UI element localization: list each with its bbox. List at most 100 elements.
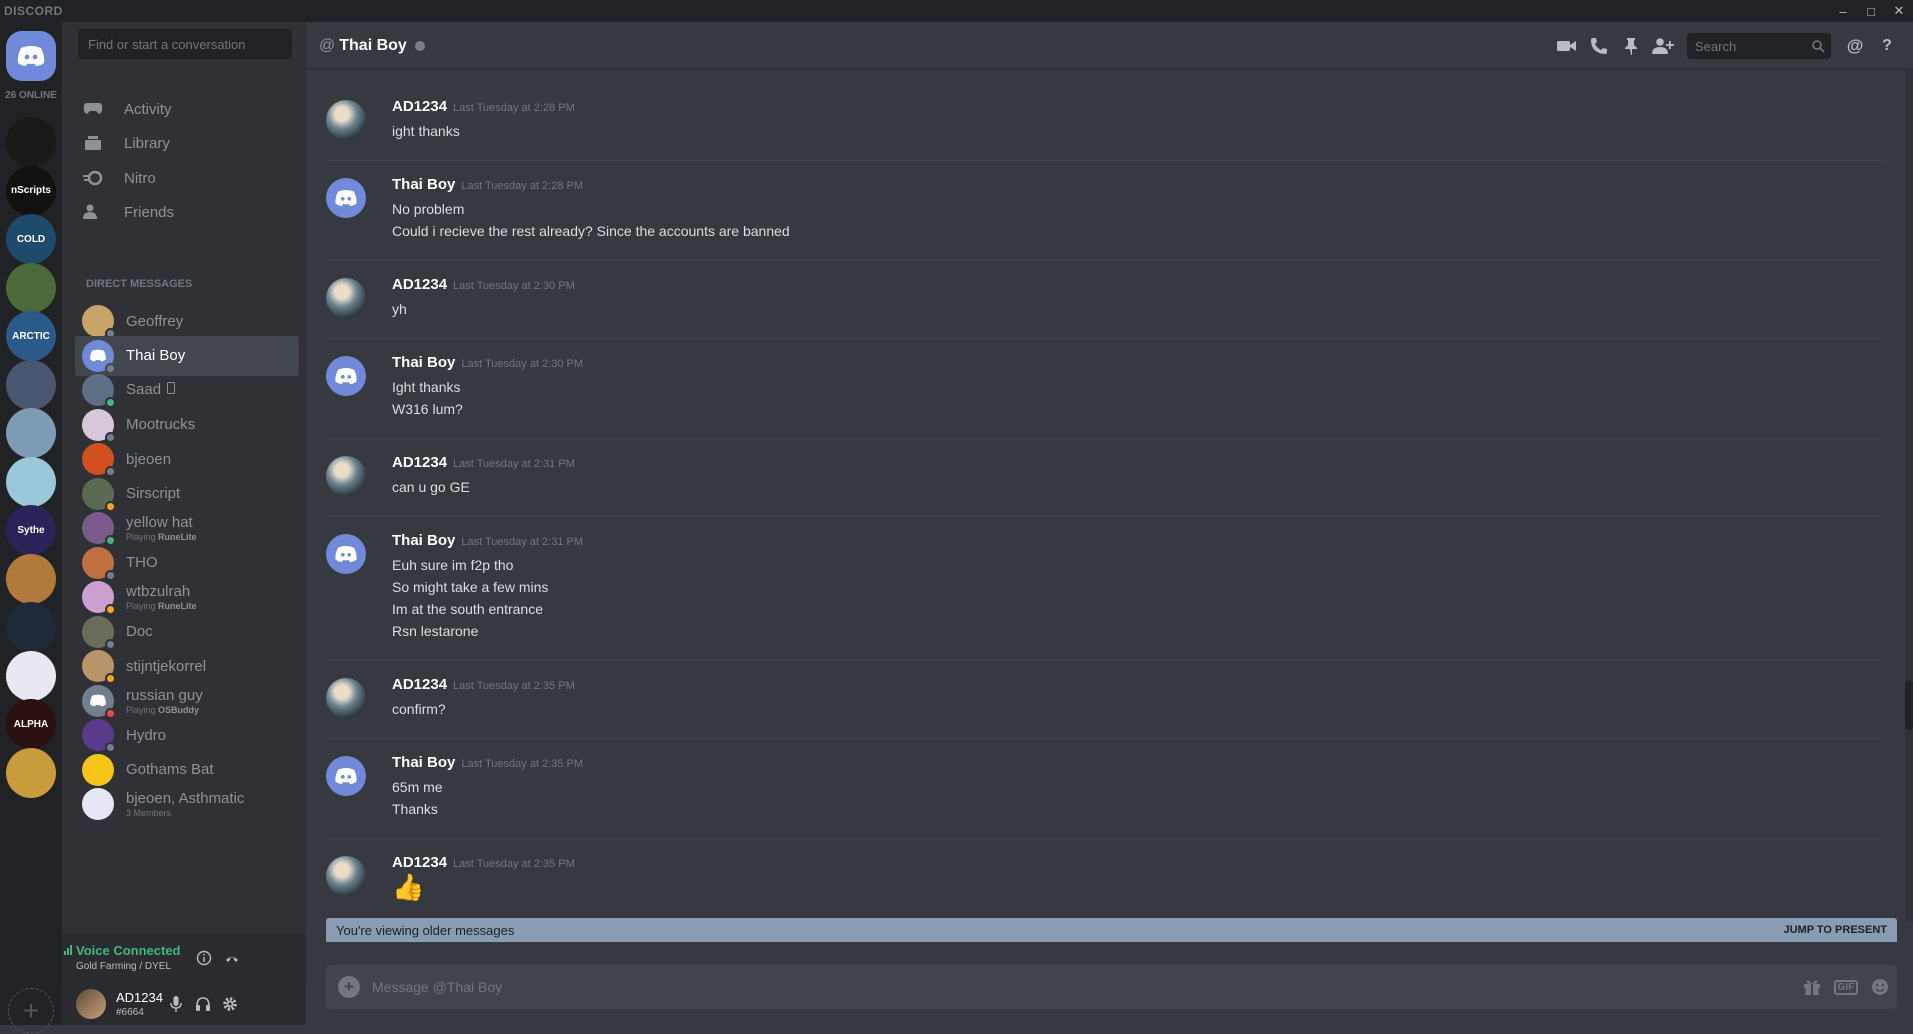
- nav-library[interactable]: Library: [72, 123, 296, 163]
- dm-name: THO: [126, 554, 158, 571]
- chat-title: Thai Boy: [339, 36, 407, 54]
- server-icon[interactable]: COLD: [6, 214, 56, 264]
- server-icon[interactable]: nScripts: [6, 165, 56, 216]
- message-input[interactable]: [372, 979, 1795, 995]
- disconnect-icon[interactable]: [223, 949, 241, 967]
- message-text: Euh sure im f2p tho: [392, 557, 514, 573]
- dm-avatar: [82, 443, 116, 477]
- message-avatar[interactable]: [326, 278, 366, 318]
- message-avatar[interactable]: [326, 178, 366, 218]
- nitro-icon: [82, 170, 104, 186]
- message-author[interactable]: Thai Boy: [392, 354, 455, 371]
- dm-name: stijntjekorrel: [126, 657, 207, 675]
- server-icon-label: nScripts: [10, 185, 51, 196]
- user-avatar[interactable]: [76, 989, 106, 1019]
- chat-header: @ Thai Boy Search @ ?: [306, 22, 1913, 70]
- emoji-icon[interactable]: [1863, 972, 1897, 1002]
- scrollbar-track[interactable]: [1905, 70, 1913, 921]
- server-icon[interactable]: Sythe: [6, 505, 56, 555]
- gift-icon[interactable]: [1795, 972, 1829, 1002]
- dm-avatar: [82, 650, 116, 684]
- microphone-icon[interactable]: [170, 996, 182, 1012]
- dm-name: Geoffrey: [126, 312, 184, 330]
- nav-friends[interactable]: Friends: [72, 192, 296, 232]
- voice-channel[interactable]: Gold Farming / DYEL: [76, 961, 171, 972]
- message-avatar[interactable]: [326, 756, 366, 796]
- activity-prefix: Playing: [126, 704, 156, 715]
- discord-logo-icon: [17, 46, 45, 66]
- server-icon[interactable]: [6, 456, 56, 507]
- dm-avatar: [82, 408, 116, 443]
- server-icon[interactable]: [6, 650, 56, 701]
- conversation-search-input[interactable]: [78, 29, 292, 59]
- server-icon[interactable]: [6, 747, 56, 798]
- dm-name: bjeoen: [126, 450, 172, 468]
- message-text: Ight thanks: [392, 379, 461, 395]
- help-icon[interactable]: ?: [1871, 31, 1903, 61]
- dm-sidebar: Activity Library Nitro Friends DIRECT ME…: [62, 22, 306, 1025]
- mentions-icon[interactable]: @: [1839, 31, 1871, 61]
- server-icon[interactable]: [6, 553, 56, 604]
- headphones-icon[interactable]: [195, 996, 211, 1012]
- dm-avatar: [82, 753, 114, 786]
- message-avatar[interactable]: [326, 678, 366, 718]
- message-list: AD1234 Last Tuesday at 2:28 PM ight thanks…: [306, 70, 1896, 921]
- server-icon[interactable]: [6, 117, 56, 167]
- jump-to-present-button[interactable]: JUMP TO PRESENT: [1783, 924, 1887, 936]
- video-call-icon[interactable]: [1551, 31, 1583, 61]
- maximize-button[interactable]: □: [1857, 0, 1885, 22]
- settings-gear-icon[interactable]: [222, 996, 238, 1012]
- close-window-button[interactable]: ✕: [1885, 0, 1913, 22]
- dm-name: wtbzulrah: [126, 583, 191, 600]
- minimize-button[interactable]: –: [1829, 0, 1857, 22]
- add-server-button[interactable]: +: [8, 988, 54, 1034]
- dm-name: russian guy: [126, 686, 203, 704]
- message-avatar[interactable]: [326, 100, 366, 140]
- server-icon[interactable]: [6, 262, 56, 313]
- add-friend-icon[interactable]: [1647, 31, 1679, 61]
- dm-name: yellow hat: [126, 514, 193, 531]
- gif-button[interactable]: GIF: [1829, 972, 1863, 1002]
- message-composer: + GIF: [326, 965, 1897, 1009]
- message-avatar[interactable]: [326, 356, 366, 396]
- message-author[interactable]: AD1234: [392, 98, 447, 115]
- activity-name: RuneLite: [158, 532, 197, 542]
- message-avatar[interactable]: [326, 456, 366, 496]
- message-author[interactable]: AD1234: [392, 276, 447, 293]
- message-author[interactable]: AD1234: [392, 676, 447, 693]
- nav-label: Nitro: [124, 169, 156, 187]
- message-text: yh: [392, 301, 407, 317]
- dm-name: Mootrucks: [126, 416, 196, 433]
- server-icon-label: ALPHA: [13, 718, 49, 730]
- server-icon[interactable]: [6, 408, 56, 458]
- server-icon[interactable]: ARCTIC: [6, 311, 56, 361]
- message-author[interactable]: Thai Boy: [392, 754, 455, 771]
- message-avatar[interactable]: [326, 534, 366, 574]
- message-author[interactable]: Thai Boy: [392, 532, 455, 549]
- pin-icon[interactable]: [1615, 31, 1647, 61]
- message-timestamp: Last Tuesday at 2:35 PM: [453, 858, 575, 870]
- connection-info-icon[interactable]: [196, 950, 212, 966]
- dm-item[interactable]: bjeoen, Asthmatic 3 Members: [75, 784, 299, 824]
- header-search-input[interactable]: Search: [1687, 33, 1831, 59]
- server-icon[interactable]: [6, 602, 56, 652]
- voice-status[interactable]: Voice Connected: [76, 943, 181, 958]
- message-author[interactable]: AD1234: [392, 854, 447, 871]
- dm-avatar: [82, 374, 116, 408]
- server-icon[interactable]: ALPHA: [6, 699, 56, 749]
- server-icon[interactable]: [6, 359, 56, 410]
- message-avatar[interactable]: [326, 856, 366, 896]
- dm-name: Saad: [126, 381, 162, 398]
- message-author[interactable]: AD1234: [392, 454, 447, 471]
- dm-avatar: [82, 305, 116, 339]
- home-button[interactable]: [6, 31, 56, 81]
- dm-name: Hydro: [126, 726, 167, 744]
- friends-icon: [82, 204, 104, 220]
- search-icon: [1812, 40, 1825, 53]
- scrollbar-thumb[interactable]: [1905, 680, 1913, 730]
- voice-call-icon[interactable]: [1583, 31, 1615, 61]
- status-dot: [414, 40, 425, 51]
- title-bar: DISCORD – □ ✕: [0, 0, 1913, 22]
- message-author[interactable]: Thai Boy: [392, 176, 455, 193]
- upload-plus-icon[interactable]: +: [338, 976, 360, 998]
